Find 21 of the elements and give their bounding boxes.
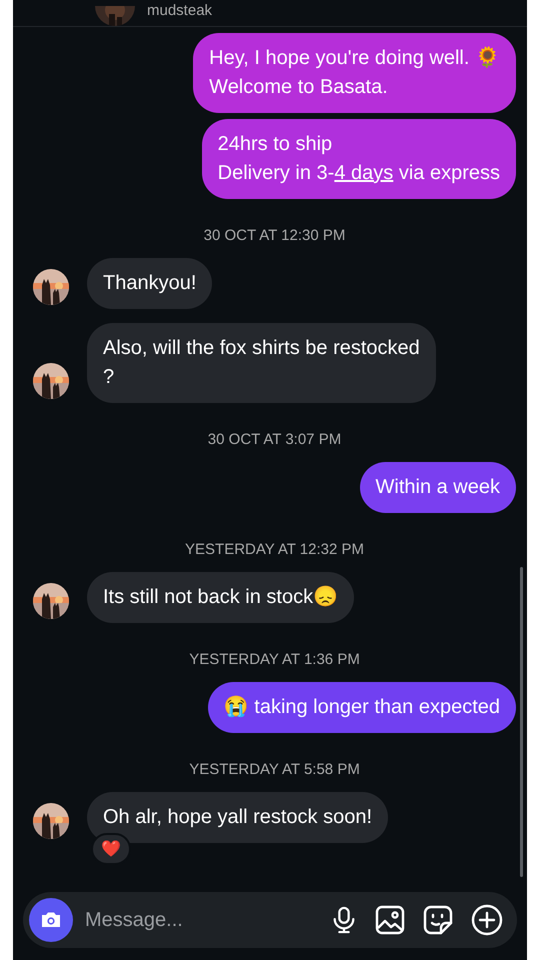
timestamp: YESTERDAY AT 1:36 PM xyxy=(188,651,361,668)
reaction: ❤ xyxy=(91,833,131,865)
timestamp: 30 OCT AT 12:30 PM xyxy=(202,227,346,244)
message-bubble: Its still not back in stock😞 xyxy=(87,572,354,623)
message-bubble: Hey, I hope you're doing well. 🌻 Welcome to Basata. xyxy=(193,33,516,113)
add-icon[interactable] xyxy=(471,904,503,936)
message-bubble: Thankyou! xyxy=(87,258,212,309)
message-field[interactable]: Message... xyxy=(83,908,313,932)
message-bubble: Also, will the fox shirts be restocked ? xyxy=(87,323,436,403)
message-bubble: 24hrs to ship Delivery in 3-4 days via express xyxy=(202,119,516,199)
message-bubble: 😭 taking longer than expected xyxy=(208,682,516,733)
timestamp: YESTERDAY AT 5:58 PM xyxy=(188,761,361,778)
message-bubble: Within a week xyxy=(360,462,516,513)
timestamp: 30 OCT AT 3:07 PM xyxy=(206,431,342,448)
sticker-icon[interactable] xyxy=(423,905,453,935)
timestamp: YESTERDAY AT 12:32 PM xyxy=(184,541,365,558)
username: mudsteak xyxy=(147,2,212,20)
microphone-icon[interactable] xyxy=(331,905,357,935)
link[interactable]: 4 days xyxy=(334,162,394,184)
camera-button[interactable] xyxy=(29,898,73,942)
image-icon[interactable] xyxy=(375,905,405,935)
